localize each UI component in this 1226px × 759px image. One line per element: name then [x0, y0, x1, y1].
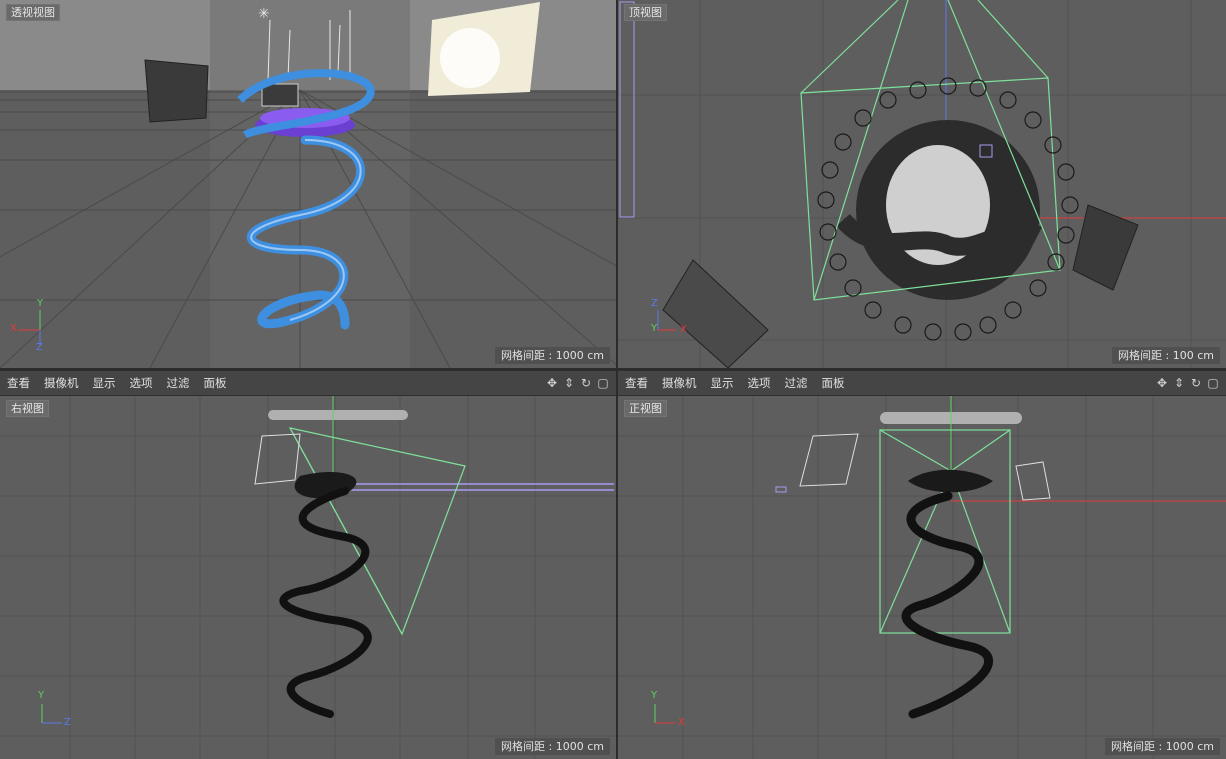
maximize-icon[interactable]: ▢	[596, 376, 610, 390]
axis-label-x: X	[678, 717, 685, 728]
rotate-icon[interactable]: ↻	[579, 376, 593, 390]
menu-view[interactable]: 查看	[618, 375, 655, 391]
svg-text:✳: ✳	[258, 6, 270, 22]
rotate-icon[interactable]: ↻	[1189, 376, 1203, 390]
front-scene	[618, 396, 1226, 759]
menu-panel[interactable]: 面板	[197, 375, 234, 391]
viewport-menubar-right: 查看 摄像机 显示 选项 过滤 面板 ✥ ⇕ ↻ ▢	[0, 371, 616, 396]
viewport-right[interactable]: 右视图 Y Z 网格间距 : 1000 cm	[0, 396, 616, 759]
axis-label-z: Z	[651, 298, 658, 309]
top-scene	[618, 0, 1226, 368]
grid-spacing-top: 网格间距 : 100 cm	[1112, 347, 1220, 364]
axis-label-y: Y	[651, 690, 658, 701]
viewport-label-right: 右视图	[6, 400, 49, 417]
axis-label-x: X	[10, 323, 17, 334]
viewport-front[interactable]: 正视图 Y X 网格间距 : 1000 cm	[618, 396, 1226, 759]
menu-filter[interactable]: 过滤	[160, 375, 197, 391]
viewport-label-front: 正视图	[624, 400, 667, 417]
maximize-icon[interactable]: ▢	[1206, 376, 1220, 390]
viewport-perspective[interactable]: ✳ 透视视图 Y X Z 网格间距 : 1000 cm	[0, 0, 616, 368]
menu-camera[interactable]: 摄像机	[37, 375, 86, 391]
dolly-icon[interactable]: ⇕	[1172, 376, 1186, 390]
menu-display[interactable]: 显示	[86, 375, 123, 391]
move-icon[interactable]: ✥	[545, 376, 559, 390]
perspective-scene: ✳	[0, 0, 616, 368]
menu-filter[interactable]: 过滤	[778, 375, 815, 391]
viewport-splitter-vertical[interactable]	[616, 0, 618, 759]
axis-label-y: Y	[38, 690, 45, 701]
menu-panel[interactable]: 面板	[815, 375, 852, 391]
viewport-top[interactable]: 顶视图 Z Y X 网格间距 : 100 cm	[618, 0, 1226, 368]
menu-display[interactable]: 显示	[704, 375, 741, 391]
menu-options[interactable]: 选项	[741, 375, 778, 391]
viewport-splitter-horizontal[interactable]	[0, 368, 1226, 371]
menu-view[interactable]: 查看	[0, 375, 37, 391]
menu-camera[interactable]: 摄像机	[655, 375, 704, 391]
viewport-label-perspective: 透视视图	[6, 4, 60, 21]
axis-label-x: X	[680, 324, 687, 335]
viewport-label-top: 顶视图	[624, 4, 667, 21]
axis-label-z: Z	[64, 717, 71, 728]
viewport-menubar-front: 查看 摄像机 显示 选项 过滤 面板 ✥ ⇕ ↻ ▢	[618, 371, 1226, 396]
grid-spacing-front: 网格间距 : 1000 cm	[1105, 738, 1220, 755]
grid-spacing-right: 网格间距 : 1000 cm	[495, 738, 610, 755]
move-icon[interactable]: ✥	[1155, 376, 1169, 390]
grid-spacing-perspective: 网格间距 : 1000 cm	[495, 347, 610, 364]
axis-label-z: Z	[36, 342, 43, 353]
axis-label-y: Y	[37, 298, 44, 309]
dolly-icon[interactable]: ⇕	[562, 376, 576, 390]
right-scene	[0, 396, 616, 759]
menu-options[interactable]: 选项	[123, 375, 160, 391]
axis-label-y: Y	[651, 323, 658, 334]
